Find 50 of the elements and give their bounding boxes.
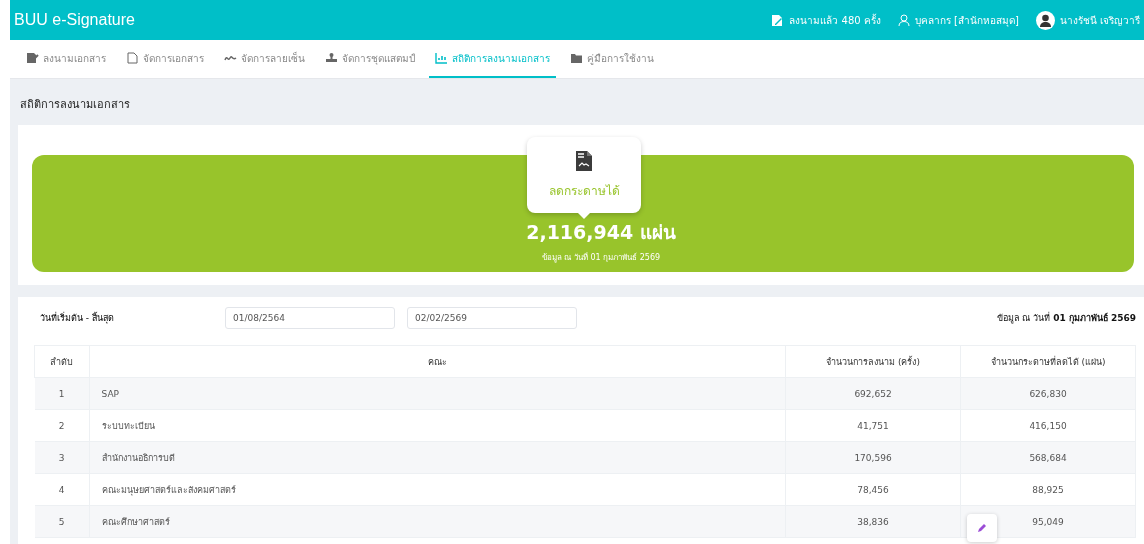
summary-date: ข้อมูล ณ วันที่ 01 กุมภาพันธ์ 2569 xyxy=(541,251,661,264)
column-header: ลำดับ xyxy=(34,345,89,378)
nav-tab[interactable]: จัดการเอกสาร xyxy=(120,40,210,78)
nav-tab[interactable]: จัดการลายเซ็น xyxy=(218,40,311,78)
page-title: สถิติการลงนามเอกสาร xyxy=(20,97,131,113)
table-cell: สำนักงานอธิการบดี xyxy=(89,441,786,474)
pen-icon xyxy=(977,523,987,533)
table-cell: 5 xyxy=(34,505,89,538)
table-cell: 88,925 xyxy=(960,473,1136,506)
user-icon xyxy=(897,13,910,27)
user-role: บุคลากร [สำนักหอสมุด] xyxy=(914,13,1019,28)
start-date-field[interactable]: 01/08/2564 xyxy=(225,307,395,329)
document-pen-icon xyxy=(26,52,39,64)
document-icon xyxy=(576,150,592,171)
column-header: คณะ xyxy=(89,345,786,378)
table-cell: 692,652 xyxy=(785,377,961,410)
table-cell: คณะมนุษยศาสตร์และสังคมศาสตร์ xyxy=(89,473,786,506)
table-cell: 626,830 xyxy=(960,377,1136,410)
table-cell: 38,836 xyxy=(785,505,961,538)
folder-icon xyxy=(570,52,583,64)
end-date-field[interactable]: 02/02/2569 xyxy=(407,307,577,329)
table-cell: SAP xyxy=(89,377,786,410)
table-cell: 3 xyxy=(34,441,89,474)
nav-tab[interactable]: ลงนามเอกสาร xyxy=(20,40,112,78)
date-range-label: วันที่เริ่มต้น - สิ้นสุด xyxy=(39,311,115,325)
document-icon xyxy=(126,52,139,64)
table-cell: 170,596 xyxy=(785,441,961,474)
summary-total: 2,116,944 แผ่น xyxy=(526,220,676,245)
table-cell: 568,684 xyxy=(960,441,1136,474)
column-header: จำนวนกระดาษที่ลดได้ (แผ่น) xyxy=(960,345,1136,378)
summary-label: ลดกระดาษได้ xyxy=(548,182,620,200)
table-cell: 416,150 xyxy=(960,409,1136,442)
chart-icon xyxy=(435,52,448,64)
stamp-icon xyxy=(325,52,338,64)
data-date: ข้อมูล ณ วันที่ 01 กุมภาพันธ์ 2569 xyxy=(996,311,1136,325)
document-pen-icon xyxy=(771,13,785,27)
avatar-icon[interactable] xyxy=(1035,10,1055,30)
app-title: BUU e-Signature xyxy=(14,11,135,29)
table-cell: ระบบทะเบียน xyxy=(89,409,786,442)
user-name[interactable]: นางรัชนี เจริญวารี xyxy=(1059,12,1140,28)
column-header: จำนวนการลงนาม (ครั้ง) xyxy=(785,345,961,378)
signed-count: ลงนามแล้ว 480 ครั้ง xyxy=(789,12,881,28)
nav-tab[interactable]: จัดการชุดแสตมป์ xyxy=(319,40,421,78)
table-cell: คณะศึกษาศาสตร์ xyxy=(89,505,786,538)
table-cell: 1 xyxy=(34,377,89,410)
table-cell: 41,751 xyxy=(785,409,961,442)
table-cell: 4 xyxy=(34,473,89,506)
table-cell: 78,456 xyxy=(785,473,961,506)
table-cell: 2 xyxy=(34,409,89,442)
nav-tab[interactable]: คู่มือการใช้งาน xyxy=(564,40,660,78)
